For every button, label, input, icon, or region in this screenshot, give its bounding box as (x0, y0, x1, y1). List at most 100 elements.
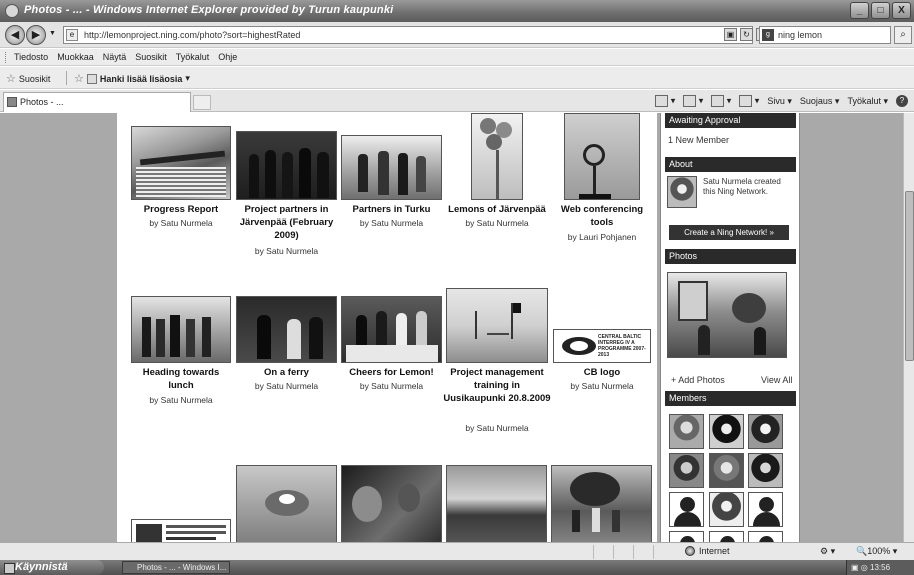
help-icon[interactable]: ? (896, 95, 908, 107)
scrollbar-thumb[interactable] (905, 191, 914, 361)
taskbar-item[interactable]: Photos - ... - Windows I... (122, 561, 230, 574)
photo-title[interactable]: Cheers for Lemon! (341, 366, 442, 379)
print-icon[interactable]: ▾ (739, 95, 759, 107)
avatar[interactable] (667, 176, 697, 208)
close-button[interactable]: X (892, 2, 911, 19)
photo-thumbnail[interactable] (341, 296, 442, 363)
sidebar: Awaiting Approval 1 New Member About Sat… (660, 113, 800, 542)
menu-tools[interactable]: Työkalut (176, 52, 210, 62)
photo-author[interactable]: by Satu Nurmela (234, 245, 339, 257)
compatibility-icon[interactable]: ▣ (724, 28, 737, 41)
photo-thumbnail[interactable] (131, 296, 231, 363)
protected-mode-icon[interactable]: ⚙ ▾ (820, 546, 835, 557)
member-avatar[interactable] (748, 453, 783, 488)
tools-menu[interactable]: Työkalut ▾ (847, 96, 888, 107)
menu-help[interactable]: Ohje (218, 52, 237, 62)
address-toolbar: ◀ ▶ ▼ e http://lemonproject.ning.com/pho… (0, 22, 914, 48)
mail-icon[interactable]: ▾ (711, 95, 731, 107)
photo-title[interactable]: Progress Report (131, 203, 231, 216)
photo-title[interactable]: Project partners in Järvenpää (February … (234, 203, 339, 242)
new-tab-button[interactable] (193, 95, 211, 110)
new-member-link[interactable]: 1 New Member (668, 135, 729, 145)
minimize-button[interactable]: _ (850, 2, 869, 19)
member-avatar[interactable] (669, 414, 704, 449)
member-avatar[interactable] (709, 414, 744, 449)
menu-edit[interactable]: Muokkaa (57, 52, 94, 62)
refresh-icon[interactable]: ↻ (740, 28, 753, 41)
featured-photo[interactable] (667, 272, 787, 358)
photo-thumbnail[interactable]: CENTRAL BALTIC INTERREG IV A PROGRAMME 2… (553, 329, 651, 363)
clock: 13:56 (870, 563, 891, 572)
history-dropdown-icon[interactable]: ▼ (49, 30, 56, 37)
photo-title[interactable]: Web conferencing tools (549, 203, 655, 229)
favicon-icon (7, 97, 17, 107)
view-all-link[interactable]: View All (761, 375, 792, 385)
photo-title[interactable]: Heading towards lunch (131, 366, 231, 392)
photo-author[interactable]: by Satu Nurmela (341, 380, 442, 392)
add-photos-link[interactable]: + Add Photos (671, 375, 725, 385)
favorites-link[interactable]: ☆ Hanki lisää lisäosia ▾ (74, 72, 190, 85)
vertical-scrollbar[interactable] (903, 113, 914, 542)
photo-author[interactable]: by Satu Nurmela (442, 422, 552, 434)
member-avatar[interactable] (709, 531, 744, 542)
member-avatar[interactable] (748, 492, 783, 527)
photo-title[interactable]: Lemons of Järvenpää (445, 203, 549, 216)
safety-menu[interactable]: Suojaus ▾ (800, 96, 840, 107)
maximize-button[interactable]: □ (871, 2, 890, 19)
cb-logo-text: CENTRAL BALTIC INTERREG IV A PROGRAMME 2… (598, 334, 646, 358)
photo-thumbnail[interactable] (564, 113, 640, 200)
photo-title[interactable]: CB logo (549, 366, 655, 379)
window-title: Photos - ... - Windows Internet Explorer… (24, 4, 394, 16)
member-avatar[interactable] (709, 453, 744, 488)
photo-thumbnail[interactable] (471, 113, 523, 200)
photo-author[interactable]: by Lauri Pohjanen (549, 231, 655, 243)
photo-thumbnail[interactable] (341, 465, 442, 542)
photo-thumbnail[interactable] (236, 131, 337, 200)
photo-thumbnail[interactable] (236, 465, 337, 542)
photo-author[interactable]: by Satu Nurmela (341, 217, 442, 229)
photo-title[interactable]: Project management training in Uusikaupu… (442, 366, 552, 405)
photo-thumbnail[interactable] (551, 465, 652, 542)
chevron-down-icon: ▾ (185, 73, 190, 83)
photo-thumbnail[interactable] (446, 288, 548, 363)
photo-title[interactable]: Partners in Turku (341, 203, 442, 216)
tab-bar: Photos - ... ▾ ▾ ▾ ▾ Sivu ▾ Suojaus ▾ Ty… (0, 90, 914, 112)
menu-file[interactable]: Tiedosto (14, 52, 48, 62)
favorites-button[interactable]: ☆ Suosikit (6, 72, 50, 85)
member-avatar[interactable] (748, 414, 783, 449)
home-icon[interactable]: ▾ (655, 95, 675, 107)
search-input[interactable]: g ning lemon (759, 26, 891, 44)
photo-thumbnail[interactable] (236, 296, 337, 363)
member-avatar[interactable] (669, 453, 704, 488)
start-button[interactable]: Käynnistä (0, 560, 104, 575)
photo-author[interactable]: by Satu Nurmela (131, 217, 231, 229)
menu-view[interactable]: Näytä (103, 52, 127, 62)
member-avatar[interactable] (748, 531, 783, 542)
photo-thumbnail[interactable] (131, 126, 231, 200)
zoom-control[interactable]: 🔍100% ▾ (856, 546, 897, 557)
taskbar: Käynnistä Photos - ... - Windows I... ▣ … (0, 560, 914, 575)
forward-arrow-icon[interactable]: ▶ (26, 25, 46, 45)
page-menu[interactable]: Sivu ▾ (767, 96, 792, 107)
photo-author[interactable]: by Satu Nurmela (549, 380, 655, 392)
photo-author[interactable]: by Satu Nurmela (236, 380, 337, 392)
photo-author[interactable]: by Satu Nurmela (445, 217, 549, 229)
create-ning-network-button[interactable]: Create a Ning Network! » (669, 225, 789, 240)
member-avatar[interactable] (669, 531, 704, 542)
toolbar-grip (5, 52, 8, 63)
photo-title[interactable]: On a ferry (236, 366, 337, 379)
photo-thumbnail[interactable] (341, 135, 442, 200)
search-icon[interactable]: ⌕ (894, 26, 912, 44)
photo-thumbnail[interactable] (446, 465, 547, 542)
status-cells (593, 545, 673, 559)
back-arrow-icon[interactable]: ◀ (5, 25, 25, 45)
photo-thumbnail[interactable] (131, 519, 231, 542)
address-field[interactable]: e http://lemonproject.ning.com/photo?sor… (63, 26, 753, 44)
menu-favorites[interactable]: Suosikit (135, 52, 167, 62)
member-avatar[interactable] (669, 492, 704, 527)
member-avatar[interactable] (709, 492, 744, 527)
photo-author[interactable]: by Satu Nurmela (131, 394, 231, 406)
feeds-icon[interactable]: ▾ (683, 95, 703, 107)
tab-photos[interactable]: Photos - ... (3, 92, 191, 112)
tray-icon[interactable]: ▣ ◎ (851, 563, 868, 572)
